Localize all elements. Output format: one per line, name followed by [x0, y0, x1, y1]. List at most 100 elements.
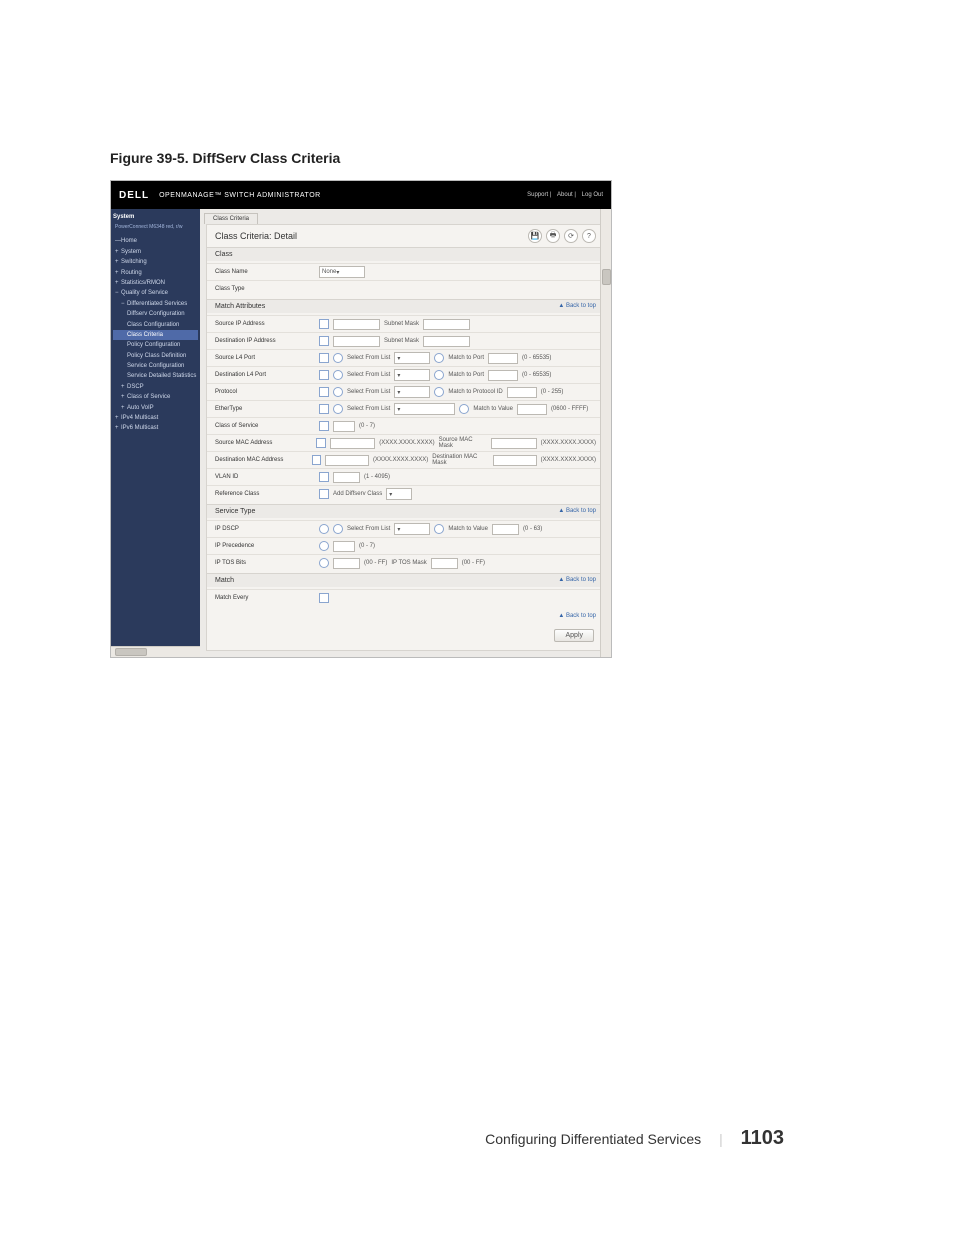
link-about[interactable]: About [557, 192, 573, 198]
src-mac-check[interactable] [316, 438, 326, 448]
back-to-top-link[interactable]: ▲ Back to top [558, 577, 596, 584]
src-ip-mask-input[interactable] [423, 319, 470, 330]
sidebar-item-class-config[interactable]: Class Configuration [113, 320, 198, 330]
protocol-radio-id[interactable] [434, 387, 444, 397]
tos-bits-input[interactable] [333, 558, 360, 569]
prec-input[interactable] [333, 541, 355, 552]
dscp-select[interactable]: ▾ [394, 523, 430, 535]
src-l4-select[interactable]: ▾ [394, 352, 430, 364]
cos-range: (0 - 7) [359, 423, 375, 429]
dscp-range: (0 - 63) [523, 526, 542, 532]
dscp-match-label: Match to Value [448, 526, 488, 532]
src-ip-input[interactable] [333, 319, 380, 330]
back-to-top-link[interactable]: ▲ Back to top [558, 613, 596, 619]
src-l4-range: (0 - 65535) [522, 355, 551, 361]
ethertype-radio-val[interactable] [459, 404, 469, 414]
sidebar-item-system[interactable]: +System [113, 247, 198, 257]
sidebar-hscroll[interactable] [111, 646, 204, 657]
refresh-icon[interactable]: ⟳ [564, 229, 578, 243]
protocol-match-label: Match to Protocol ID [448, 389, 502, 395]
dst-ip-mask-input[interactable] [423, 336, 470, 347]
dst-l4-select[interactable]: ▾ [394, 369, 430, 381]
ethertype-select[interactable]: ▾ [394, 403, 455, 415]
protocol-check[interactable] [319, 387, 329, 397]
apply-button[interactable]: Apply [554, 629, 594, 642]
sidebar-item-service-stats[interactable]: Service Detailed Statistics [113, 371, 198, 381]
dscp-radio[interactable] [319, 524, 329, 534]
src-mac-input[interactable] [330, 438, 376, 449]
tos-radio[interactable] [319, 558, 329, 568]
dst-l4-radio-port[interactable] [434, 370, 444, 380]
src-l4-radio-port[interactable] [434, 353, 444, 363]
app-topbar: DELL OPENMANAGE™ SWITCH ADMINISTRATOR Su… [111, 181, 611, 209]
sidebar-item-cos[interactable]: +Class of Service [113, 392, 198, 402]
src-l4-port-input[interactable] [488, 353, 518, 364]
src-l4-check[interactable] [319, 353, 329, 363]
ethertype-value-input[interactable] [517, 404, 547, 415]
refclass-check[interactable] [319, 489, 329, 499]
dst-ip-mask-label: Subnet Mask [384, 338, 419, 344]
dst-l4-label: Destination L4 Port [215, 372, 315, 378]
match-every-check[interactable] [319, 593, 329, 603]
dst-l4-port-input[interactable] [488, 370, 518, 381]
dst-l4-radio-list[interactable] [333, 370, 343, 380]
src-l4-sel-label: Select From List [347, 355, 390, 361]
vlan-check[interactable] [319, 472, 329, 482]
tos-mask-input[interactable] [431, 558, 458, 569]
prec-radio[interactable] [319, 541, 329, 551]
sidebar-item-routing[interactable]: +Routing [113, 268, 198, 278]
ethertype-sel-label: Select From List [347, 406, 390, 412]
sidebar-item-switching[interactable]: +Switching [113, 257, 198, 267]
back-to-top-link[interactable]: ▲ Back to top [558, 508, 596, 515]
sidebar-item-class-criteria[interactable]: Class Criteria [113, 330, 198, 340]
tos-range1: (00 - FF) [364, 560, 387, 566]
ethertype-radio-list[interactable] [333, 404, 343, 414]
sidebar-item-ipv6mc[interactable]: +IPv6 Multicast [113, 423, 198, 433]
cos-check[interactable] [319, 421, 329, 431]
cos-input[interactable] [333, 421, 355, 432]
ethertype-check[interactable] [319, 404, 329, 414]
dscp-radio-list[interactable] [333, 524, 343, 534]
dscp-value-input[interactable] [492, 524, 519, 535]
save-icon[interactable]: 💾 [528, 229, 542, 243]
class-type-label: Class Type [215, 286, 315, 292]
sidebar-item-dscp[interactable]: +DSCP [113, 382, 198, 392]
sidebar-item-home[interactable]: —Home [113, 236, 198, 246]
print-icon[interactable]: 🖶 [546, 229, 560, 243]
src-ip-check[interactable] [319, 319, 329, 329]
sidebar-item-qos[interactable]: −Quality of Service [113, 288, 198, 298]
sidebar-item-policy-config[interactable]: Policy Configuration [113, 340, 198, 350]
dst-mac-mask-input[interactable] [493, 455, 537, 466]
protocol-radio-list[interactable] [333, 387, 343, 397]
sidebar-item-policy-class-def[interactable]: Policy Class Definition [113, 351, 198, 361]
sidebar-item-stats[interactable]: +Statistics/RMON [113, 278, 198, 288]
link-logout[interactable]: Log Out [582, 192, 603, 198]
sidebar-item-diffserv[interactable]: −Differentiated Services [113, 299, 198, 309]
page-footer: Configuring Differentiated Services | 11… [0, 1127, 954, 1150]
class-name-select[interactable]: None ▾ [319, 266, 365, 278]
sidebar-item-autovoip[interactable]: +Auto VoIP [113, 403, 198, 413]
src-mac-mask-input[interactable] [491, 438, 537, 449]
help-icon[interactable]: ? [582, 229, 596, 243]
sidebar-item-diffserv-config[interactable]: Diffserv Configuration [113, 309, 198, 319]
src-l4-radio-list[interactable] [333, 353, 343, 363]
protocol-select[interactable]: ▾ [394, 386, 430, 398]
link-support[interactable]: Support [527, 192, 548, 198]
dst-mac-mask-fmt: (XXXX.XXXX.XXXX) [541, 457, 596, 463]
dst-mac-input[interactable] [325, 455, 369, 466]
vlan-label: VLAN ID [215, 474, 315, 480]
back-to-top-link[interactable]: ▲ Back to top [558, 303, 596, 310]
dst-mac-check[interactable] [312, 455, 321, 465]
protocol-id-input[interactable] [507, 387, 537, 398]
match-every-label: Match Every [215, 595, 315, 601]
vlan-input[interactable] [333, 472, 360, 483]
dst-l4-check[interactable] [319, 370, 329, 380]
sidebar-item-ipv4mc[interactable]: +IPv4 Multicast [113, 413, 198, 423]
dscp-radio-val[interactable] [434, 524, 444, 534]
tab-class-criteria[interactable]: Class Criteria [204, 213, 258, 224]
refclass-select[interactable]: ▾ [386, 488, 412, 500]
dst-ip-check[interactable] [319, 336, 329, 346]
sidebar-item-service-config[interactable]: Service Configuration [113, 361, 198, 371]
vertical-scrollbar[interactable] [600, 209, 611, 657]
dst-ip-input[interactable] [333, 336, 380, 347]
